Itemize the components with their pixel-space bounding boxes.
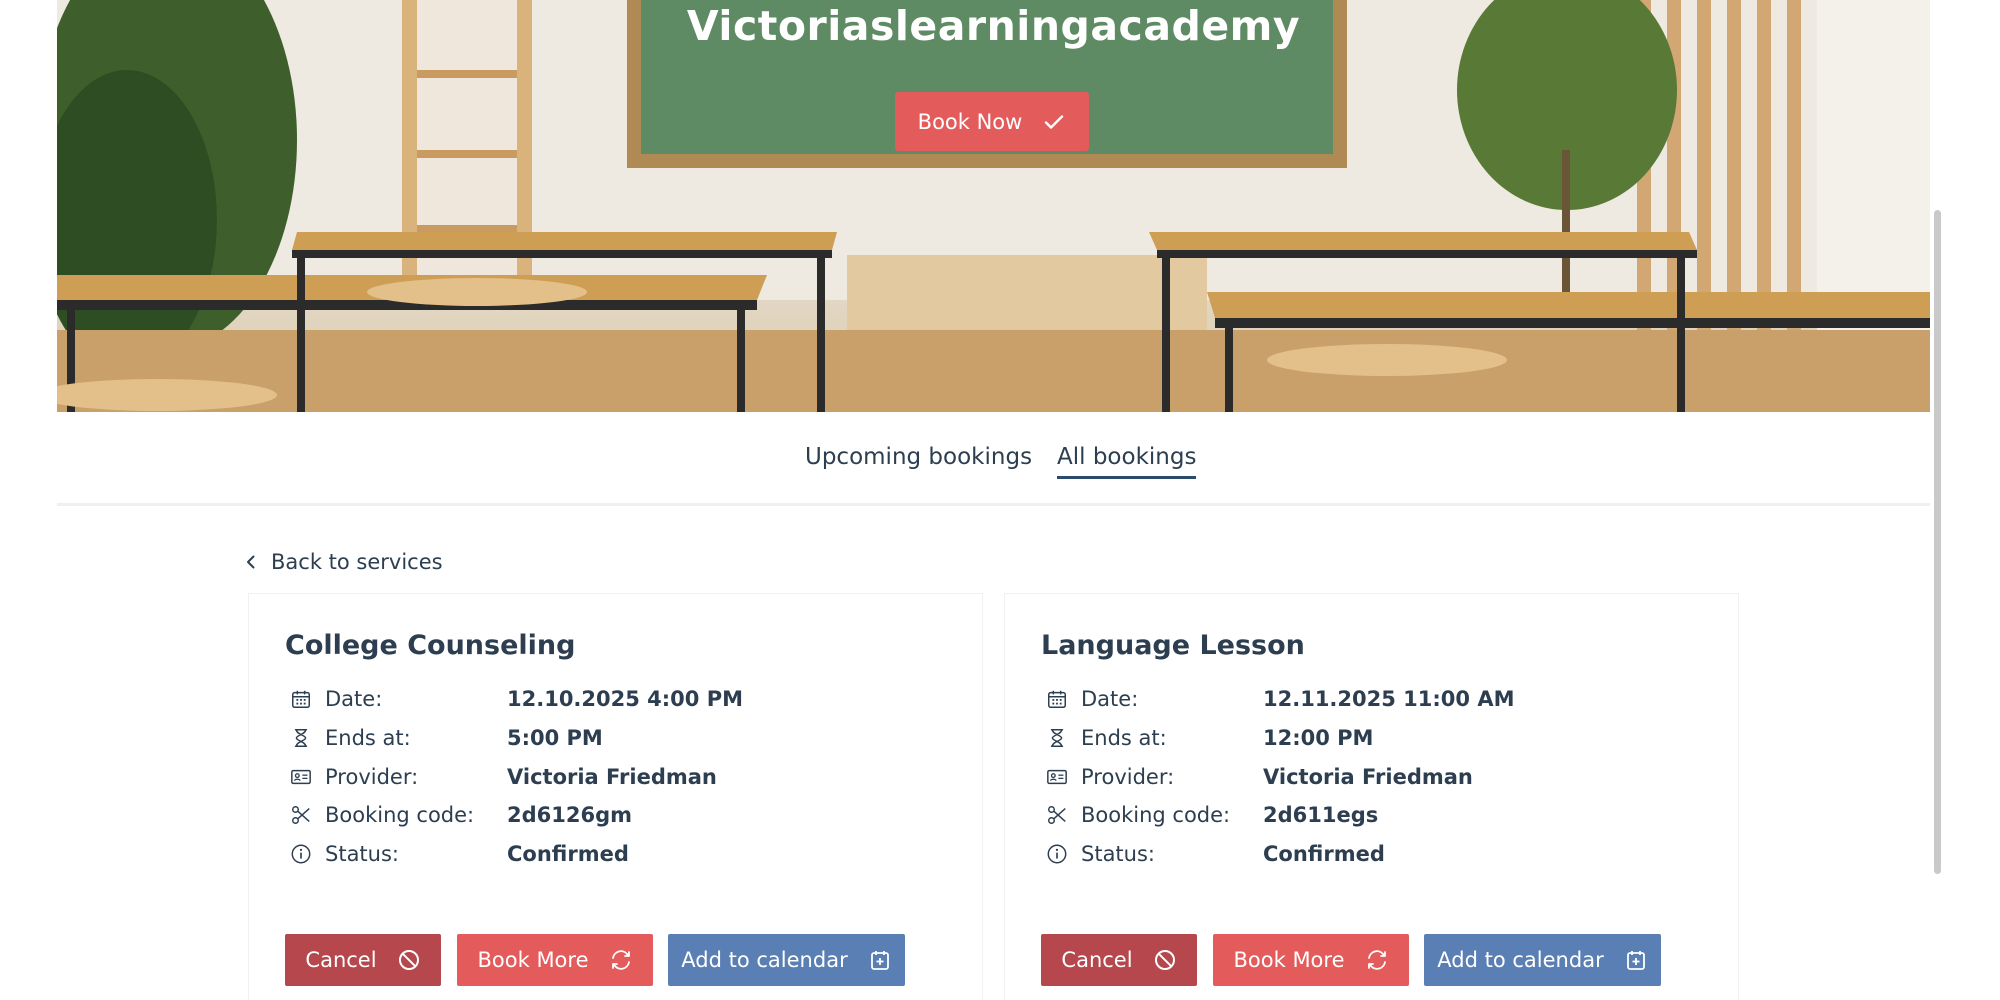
field-label: Date:	[1081, 687, 1139, 711]
chevron-left-icon	[247, 555, 255, 569]
field-label: Ends at:	[1081, 726, 1167, 750]
booking-field-status: Status: Confirmed	[285, 839, 965, 869]
field-label: Ends at:	[325, 726, 411, 750]
field-value: 5:00 PM	[507, 726, 603, 750]
book-more-label: Book More	[1233, 948, 1345, 972]
tab-all-bookings[interactable]: All bookings	[1057, 444, 1197, 479]
book-now-label: Book Now	[917, 109, 1023, 134]
field-value: 12.10.2025 4:00 PM	[507, 687, 743, 711]
add-to-calendar-label: Add to calendar	[1437, 948, 1604, 972]
booking-field-date: Date: 12.10.2025 4:00 PM	[285, 684, 965, 714]
prohibited-icon	[1154, 950, 1175, 970]
calendar-plus-icon	[870, 951, 889, 970]
back-to-services-link[interactable]: Back to services	[243, 550, 443, 574]
hourglass-icon	[1041, 727, 1073, 749]
id-card-icon	[285, 766, 317, 788]
booking-card: College Counseling Date: 12.10.2025 4:00…	[248, 593, 983, 1000]
hero-banner: Victoriaslearningacademy Book Now	[57, 0, 1930, 412]
booking-field-ends-at: Ends at: 5:00 PM	[285, 723, 965, 753]
booking-field-code: Booking code: 2d6126gm	[285, 800, 965, 830]
booking-title: College Counseling	[285, 630, 576, 661]
calendar-icon	[285, 688, 317, 710]
back-link-label: Back to services	[271, 550, 443, 574]
refresh-icon	[1367, 950, 1386, 970]
book-more-label: Book More	[477, 948, 589, 972]
field-value: Confirmed	[507, 842, 629, 866]
field-value: 12:00 PM	[1263, 726, 1374, 750]
book-more-button[interactable]: Book More	[457, 934, 653, 986]
id-card-icon	[1041, 766, 1073, 788]
field-value: 2d611egs	[1263, 803, 1379, 827]
prohibited-icon	[398, 950, 419, 970]
calendar-plus-icon	[1626, 951, 1645, 970]
classroom-image	[57, 0, 1930, 412]
field-value: 12.11.2025 11:00 AM	[1263, 687, 1515, 711]
field-label: Provider:	[1081, 765, 1175, 789]
booking-field-provider: Provider: Victoria Friedman	[285, 762, 965, 792]
cancel-button[interactable]: Cancel	[1041, 934, 1197, 986]
refresh-icon	[611, 950, 630, 970]
booking-field-code: Booking code: 2d611egs	[1041, 800, 1721, 830]
site-title: Victoriaslearningacademy	[686, 2, 1301, 50]
field-label: Booking code:	[1081, 803, 1231, 827]
bookings-tabs: Upcoming bookings All bookings	[57, 412, 1930, 506]
field-value: Victoria Friedman	[1263, 765, 1473, 789]
booking-field-provider: Provider: Victoria Friedman	[1041, 762, 1721, 792]
tab-upcoming-bookings[interactable]: Upcoming bookings	[805, 444, 1032, 476]
info-icon	[1041, 843, 1073, 865]
calendar-icon	[1041, 688, 1073, 710]
page-scrollbar[interactable]	[1934, 210, 1941, 874]
booking-title: Language Lesson	[1041, 630, 1305, 661]
cancel-label: Cancel	[1061, 948, 1133, 972]
checkmark-icon	[1045, 114, 1064, 129]
field-value: Victoria Friedman	[507, 765, 717, 789]
scissors-icon	[1041, 804, 1073, 826]
field-value: Confirmed	[1263, 842, 1385, 866]
add-to-calendar-label: Add to calendar	[681, 948, 848, 972]
book-more-button[interactable]: Book More	[1213, 934, 1409, 986]
field-label: Status:	[325, 842, 399, 866]
booking-field-ends-at: Ends at: 12:00 PM	[1041, 723, 1721, 753]
book-now-button[interactable]: Book Now	[895, 92, 1089, 151]
add-to-calendar-button[interactable]: Add to calendar	[1424, 934, 1661, 986]
field-label: Status:	[1081, 842, 1155, 866]
booking-field-status: Status: Confirmed	[1041, 839, 1721, 869]
field-value: 2d6126gm	[507, 803, 633, 827]
booking-field-date: Date: 12.11.2025 11:00 AM	[1041, 684, 1721, 714]
info-icon	[285, 843, 317, 865]
field-label: Provider:	[325, 765, 419, 789]
booking-card: Language Lesson Date: 12.11.2025 11:00 A…	[1004, 593, 1739, 1000]
field-label: Date:	[325, 687, 383, 711]
cancel-label: Cancel	[305, 948, 377, 972]
add-to-calendar-button[interactable]: Add to calendar	[668, 934, 905, 986]
cancel-button[interactable]: Cancel	[285, 934, 441, 986]
field-label: Booking code:	[325, 803, 475, 827]
hourglass-icon	[285, 727, 317, 749]
scissors-icon	[285, 804, 317, 826]
